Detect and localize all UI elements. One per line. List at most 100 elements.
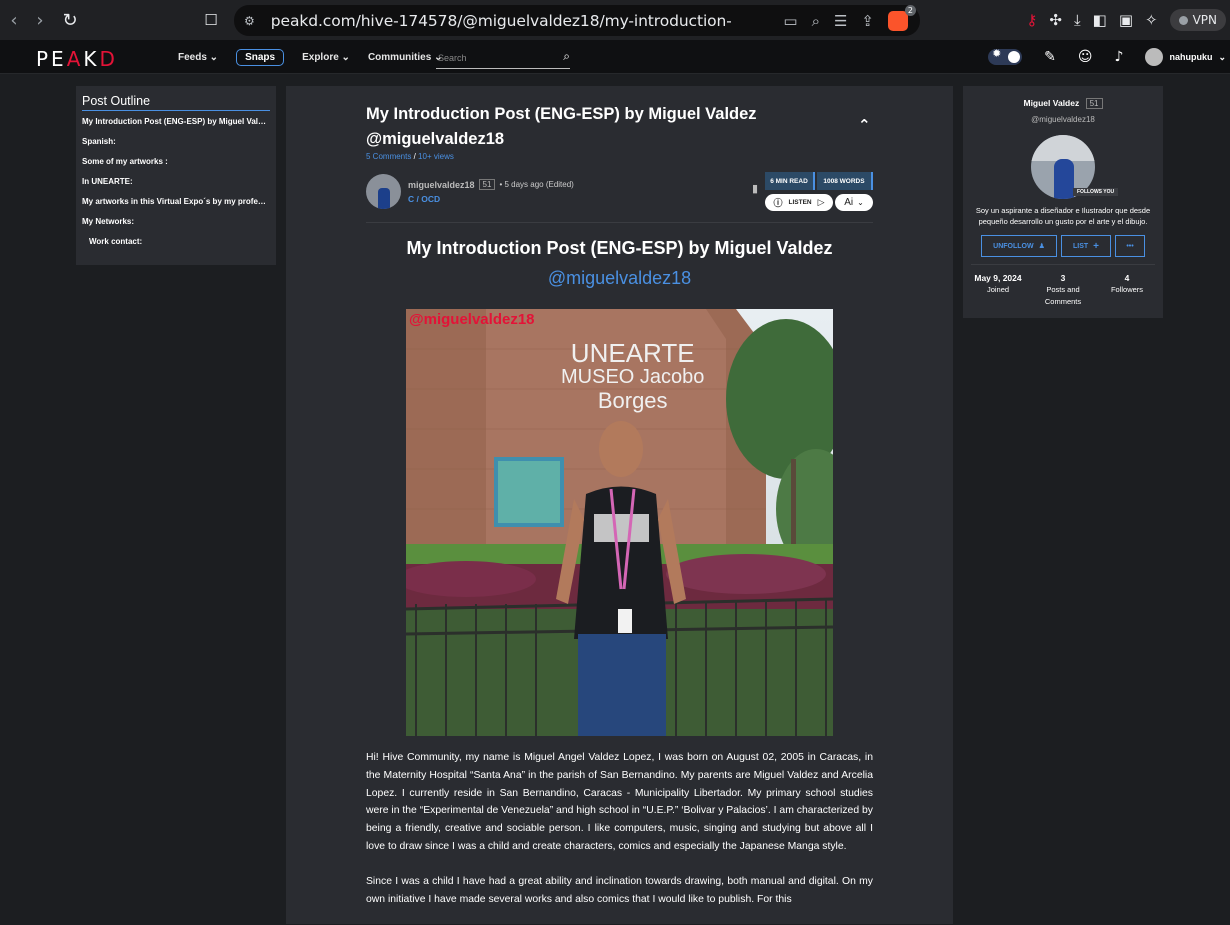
profile-about: Soy un aspirante a diseñador e Ilustrado… [975, 206, 1151, 226]
bell-icon[interactable]: ♪ [1115, 49, 1124, 65]
stat-posts: 3 Posts and Comments [1044, 273, 1082, 306]
word-count-badge: 1008 WORDS [817, 172, 873, 190]
vpn-label: VPN [1192, 13, 1217, 27]
photo-watermark: @miguelvaldez18 [409, 311, 535, 328]
forward-icon[interactable]: › [26, 6, 54, 34]
sidebar-icon[interactable]: ◧ [1093, 11, 1107, 29]
key-extension-icon[interactable]: ⚷ [1026, 11, 1037, 29]
ai-button[interactable]: Ai ⌄ [835, 194, 873, 211]
peakd-logo[interactable]: PEAKD [36, 47, 118, 71]
author-profile-card: Miguel Valdez 51 @miguelvaldez18 FOLLOWS… [963, 86, 1163, 318]
stat-joined: May 9, 2024 Joined [974, 273, 1022, 294]
site-settings-icon[interactable]: ⚙ [244, 14, 255, 28]
avatar [1145, 48, 1164, 66]
address-bar[interactable]: ⚙ peakd.com/hive-174578/@miguelvaldez18/… [234, 4, 920, 36]
chevron-down-icon: ⌄ [1218, 51, 1226, 62]
community-link[interactable]: C / OCD [408, 194, 440, 204]
author-name[interactable]: miguelvaldez18 [408, 180, 475, 190]
reputation-badge: 51 [478, 179, 496, 190]
chat-icon[interactable]: ☺ [1078, 49, 1093, 65]
outline-item[interactable]: My Networks: [82, 217, 270, 237]
ai-label: Ai [844, 197, 854, 208]
user-menu[interactable]: nahupuku ⌄ [1145, 48, 1226, 66]
username: nahupuku [1169, 52, 1213, 62]
sign-text: UNEARTE [570, 338, 695, 368]
unfollow-label: UNFOLLOW [993, 242, 1034, 250]
comments-link[interactable]: 5 Comments [366, 152, 411, 161]
content-handle-link[interactable]: @miguelvaldez18 [366, 268, 873, 289]
site-header: PEAKD Feeds ⌄ Snaps Explore ⌄ Communitie… [0, 40, 1230, 74]
paragraph: Hi! Hive Community, my name is Miguel An… [366, 752, 873, 852]
post-body: Hi! Hive Community, my name is Miguel An… [366, 749, 873, 925]
list-label: LIST [1072, 242, 1089, 250]
download-icon[interactable]: ⤓ [1074, 11, 1081, 29]
list-button[interactable]: LIST + [1061, 235, 1111, 257]
info-icon: ⓘ [773, 199, 783, 209]
brave-shields-icon[interactable]: 2 [888, 4, 916, 31]
search-icon[interactable]: ⌕ [563, 49, 570, 64]
sun-icon: ✹ [992, 47, 1002, 60]
outline-item[interactable]: Work contact: [82, 237, 270, 257]
profile-name-line: Miguel Valdez 51 [963, 98, 1163, 109]
nav-communities[interactable]: Communities ⌄ [368, 52, 443, 63]
pencil-icon[interactable]: ✎ [1044, 49, 1056, 65]
search-placeholder: Search [438, 53, 467, 63]
author-line: miguelvaldez18 51 • 5 days ago (Edited) [408, 179, 574, 190]
paragraph: Since I was a child I have had a great a… [366, 875, 873, 905]
sign-text: Borges [597, 388, 668, 413]
vpn-button[interactable]: VPN [1169, 9, 1226, 31]
outline-title: Post Outline [82, 94, 270, 111]
views-link[interactable]: 10+ views [418, 152, 454, 161]
user-minus-icon: ♟ [1038, 242, 1045, 250]
bookmark-page-icon[interactable]: ☐ [197, 6, 225, 34]
post-photo[interactable]: @miguelvaldez18 UNEARTE MUSEO Jacobo Bor… [406, 309, 833, 736]
reload-icon[interactable]: ↻ [56, 6, 84, 34]
author-avatar[interactable] [366, 174, 401, 209]
wallet-icon[interactable]: ▣ [1119, 11, 1133, 29]
outline-item[interactable]: My artworks in this Virtual Expo´s by my… [82, 197, 270, 217]
chevron-down-icon: ⌄ [857, 198, 864, 207]
nav-snaps[interactable]: Snaps [236, 48, 285, 66]
nav-explore[interactable]: Explore ⌄ [302, 52, 350, 63]
read-time-badge: 6 MIN READ [765, 172, 815, 190]
search-input[interactable]: Search ⌕ [436, 47, 570, 69]
follows-you-badge: FOLLOWS YOU [1073, 188, 1119, 196]
chevron-up-icon[interactable]: ⌃ [858, 116, 871, 134]
profile-handle[interactable]: @miguelvaldez18 [963, 115, 1163, 124]
post-outline: Post Outline My Introduction Post (ENG-E… [76, 86, 276, 265]
outline-item[interactable]: Some of my artworks : [82, 157, 270, 177]
cast-icon[interactable]: ▭ [783, 12, 797, 30]
outline-item[interactable]: In UNEARTE: [82, 177, 270, 197]
stat-followers: 4 Followers [1110, 273, 1144, 294]
profile-name[interactable]: Miguel Valdez [1023, 98, 1079, 108]
theme-toggle[interactable]: ✹ [988, 47, 1023, 65]
vpn-status-icon [1178, 15, 1188, 25]
shields-count: 2 [904, 4, 916, 16]
unfollow-button[interactable]: UNFOLLOW ♟ [981, 235, 1057, 257]
back-icon[interactable]: ‹ [0, 6, 28, 34]
nav-feeds[interactable]: Feeds ⌄ [178, 52, 218, 63]
listen-label: LISTEN [788, 199, 812, 206]
extensions-icon[interactable]: ✣ [1049, 11, 1062, 29]
post-meta: 5 Comments / 10+ views [366, 152, 454, 161]
share-icon[interactable]: ⇪ [861, 12, 874, 30]
outline-item[interactable]: Spanish: [82, 137, 270, 157]
content-heading: My Introduction Post (ENG-ESP) by Miguel… [406, 238, 833, 258]
zoom-icon[interactable]: ⌕ [812, 12, 820, 30]
main-nav: Feeds ⌄ Snaps Explore ⌄ Communities ⌄ [178, 40, 442, 74]
post-title: My Introduction Post (ENG-ESP) by Miguel… [366, 105, 757, 148]
post-time: • 5 days ago (Edited) [499, 180, 574, 189]
outline-item[interactable]: My Introduction Post (ENG-ESP) by Miguel… [82, 117, 270, 137]
sign-text: MUSEO Jacobo [561, 366, 705, 388]
bookmark-icon[interactable]: ▮ [752, 182, 758, 195]
divider [971, 264, 1155, 265]
listen-button[interactable]: ⓘ LISTEN ▷ [765, 194, 833, 211]
more-button[interactable]: ••• [1115, 235, 1145, 257]
reader-icon[interactable]: ☰ [834, 12, 847, 30]
leo-ai-icon[interactable]: ✧ [1145, 11, 1158, 29]
url-text[interactable]: peakd.com/hive-174578/@miguelvaldez18/my… [271, 12, 731, 30]
play-icon: ▷ [817, 197, 825, 208]
browser-toolbar: ‹ › ↻ ☐ ⚙ peakd.com/hive-174578/@miguelv… [0, 0, 1230, 40]
post-panel: My Introduction Post (ENG-ESP) by Miguel… [286, 86, 953, 924]
plus-icon: + [1093, 240, 1099, 252]
